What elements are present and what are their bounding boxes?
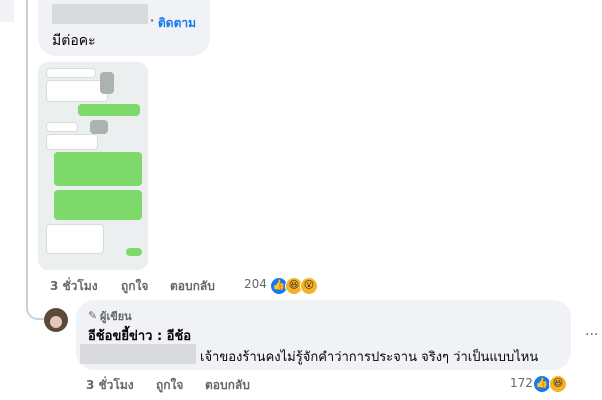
reply-like-button[interactable]: ถูกใจ [156,376,183,395]
pen-icon: ✎ [88,309,98,322]
more-options-icon[interactable]: ··· [585,327,598,343]
comment-image[interactable] [38,62,148,270]
reply-button[interactable]: ตอบกลับ [170,277,215,296]
reply-haha-reaction-icon: 😆 [549,375,567,393]
author-badge: ผู้เขียน [100,310,132,323]
thread-curve [26,298,44,320]
wow-reaction-icon: 😮 [300,277,318,295]
avatar[interactable] [44,308,68,332]
follow-link[interactable]: ติดตาม [158,14,196,33]
comment-time[interactable]: 3 ชั่วโมง [50,277,98,296]
like-button[interactable]: ถูกใจ [121,277,148,296]
reaction-count[interactable]: 204 [244,277,267,291]
separator-dot: · [150,14,155,27]
reply-time[interactable]: 3 ชั่วโมง [86,376,134,395]
comment-text: มีต่อคะ [52,33,96,49]
commenter-name-redacted[interactable] [52,4,148,24]
thread-line [26,0,28,298]
reply-reaction-count[interactable]: 172 [510,376,533,390]
mentioned-name-redacted[interactable] [80,344,196,364]
reply-reply-button[interactable]: ตอบกลับ [205,376,250,395]
reply-author-name[interactable]: อีช้อขยี้ข่าว : อีช้อ [88,325,191,346]
left-edge-shadow [0,0,14,22]
reply-text: เจ้าของร้านคงไม่รู้จักคำว่าการประจาน จริ… [200,350,539,365]
